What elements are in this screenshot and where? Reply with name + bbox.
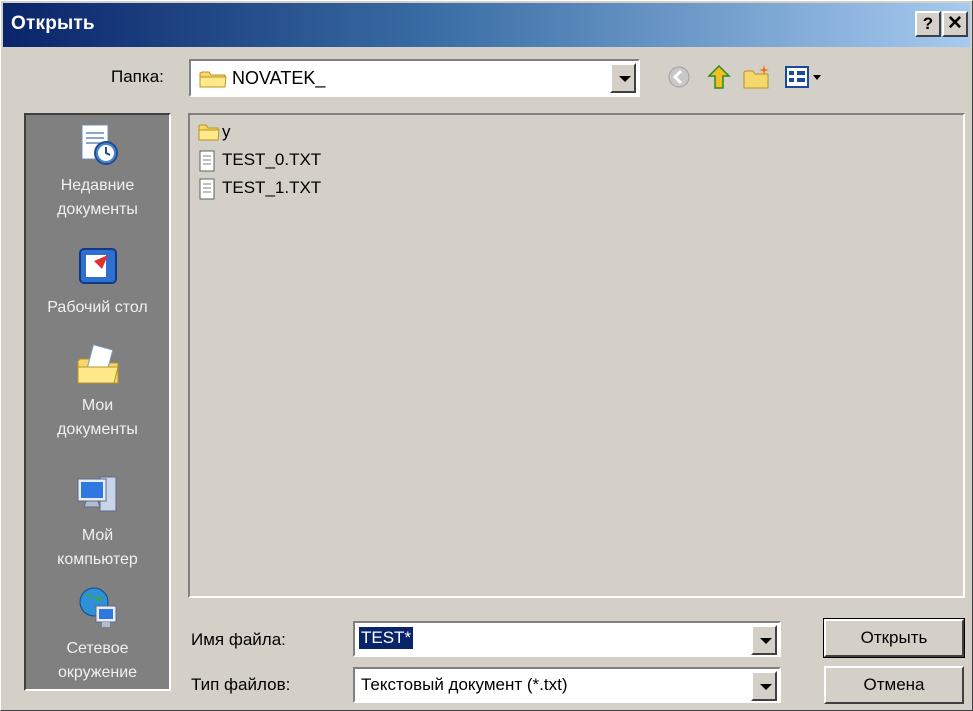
network-icon [79, 587, 116, 627]
place-label: Мой [81, 527, 114, 544]
place-label: Мои [81, 397, 114, 414]
close-icon: ✕ [947, 13, 963, 34]
new-folder-icon[interactable] [742, 62, 772, 92]
chevron-down-icon[interactable] [751, 625, 777, 655]
place-label: Недавние [60, 177, 135, 194]
recent-documents-icon [81, 124, 118, 165]
place-label: документы [57, 421, 138, 438]
folder-icon [199, 71, 227, 88]
file-list[interactable]: y TEST_0.TXT TEST_1.TXT [188, 113, 965, 598]
lookin-value: NOVATEK_ [232, 68, 326, 88]
filename-combo[interactable]: TEST* [353, 621, 781, 657]
lookin-dropdown[interactable]: NOVATEK_ [189, 59, 640, 97]
chevron-down-icon[interactable] [610, 63, 636, 93]
lookin-label: Папка: [111, 67, 164, 86]
place-label: Сетевое [66, 640, 129, 657]
my-computer-icon [77, 476, 116, 512]
place-recent-documents[interactable]: Недавние документы [26, 121, 169, 222]
place-label: компьютер [57, 551, 138, 568]
places-bar: Недавние документы Рабочий стол Мои доку… [24, 113, 171, 691]
views-menu-icon[interactable] [783, 62, 829, 92]
close-button[interactable]: ✕ [942, 11, 968, 37]
my-documents-icon [77, 344, 119, 384]
file-name: TEST_1.TXT [222, 178, 322, 197]
place-desktop[interactable]: Рабочий стол [26, 243, 169, 320]
folder-icon [198, 124, 220, 141]
place-my-documents[interactable]: Мои документы [26, 341, 169, 442]
desktop-icon [78, 248, 117, 284]
filetype-label: Тип файлов: [191, 675, 291, 694]
place-label: окружение [57, 664, 138, 681]
text-file-icon [199, 178, 215, 200]
help-icon: ? [922, 14, 934, 33]
place-network[interactable]: Сетевое окружение [26, 584, 169, 685]
open-button[interactable]: Открыть [823, 618, 965, 658]
filename-label: Имя файла: [191, 630, 286, 649]
chevron-down-icon[interactable] [751, 671, 777, 701]
place-label: документы [57, 201, 138, 218]
file-name: TEST_0.TXT [222, 150, 322, 169]
window-title: Открыть [11, 13, 95, 34]
place-label: Рабочий стол [47, 299, 148, 316]
filetype-value: Текстовый документ (*.txt) [361, 675, 568, 694]
help-button[interactable]: ? [915, 11, 941, 37]
title-bar[interactable]: Открыть ? ✕ [3, 3, 970, 47]
file-name: y [222, 122, 231, 141]
up-folder-icon[interactable] [704, 62, 734, 92]
place-my-computer[interactable]: Мой компьютер [26, 471, 169, 572]
filename-input[interactable]: TEST* [359, 627, 414, 649]
open-dialog: Открыть ? ✕ Папка: NOVATEK_ Недавние док… [0, 0, 973, 711]
text-file-icon [199, 150, 215, 172]
back-icon[interactable] [664, 62, 694, 92]
cancel-button[interactable]: Отмена [824, 666, 964, 704]
filetype-dropdown[interactable]: Текстовый документ (*.txt) [353, 667, 781, 703]
